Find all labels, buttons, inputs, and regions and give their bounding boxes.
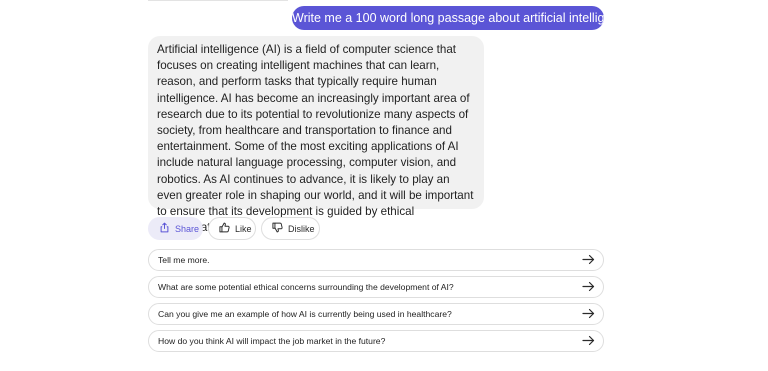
share-label: Share [175, 223, 200, 234]
like-label: Like [235, 223, 252, 234]
suggestion-item[interactable]: Can you give me an example of how AI is … [148, 303, 604, 325]
arrow-right-icon [582, 335, 595, 348]
thumbs-up-icon [219, 222, 230, 235]
divider [148, 0, 288, 1]
thumbs-down-icon [272, 222, 283, 235]
share-icon [159, 222, 170, 235]
suggestion-text: How do you think AI will impact the job … [158, 336, 386, 346]
arrow-right-icon [582, 308, 595, 321]
suggestion-item[interactable]: How do you think AI will impact the job … [148, 330, 604, 352]
message-actions: Share Like Dislike [148, 217, 320, 240]
share-button[interactable]: Share [148, 217, 203, 240]
dislike-button[interactable]: Dislike [261, 217, 320, 240]
suggestion-item[interactable]: Tell me more. [148, 249, 604, 271]
arrow-right-icon [582, 254, 595, 267]
like-button[interactable]: Like [208, 217, 256, 240]
assistant-message-text: Artificial intelligence (AI) is a field … [157, 43, 474, 234]
chat-view: Write me a 100 word long passage about a… [0, 0, 768, 371]
suggestion-text: Can you give me an example of how AI is … [158, 309, 452, 319]
suggestion-text: Tell me more. [158, 255, 210, 265]
arrow-right-icon [582, 281, 595, 294]
dislike-label: Dislike [288, 223, 315, 234]
suggestion-text: What are some potential ethical concerns… [158, 282, 454, 292]
assistant-message-bubble: Artificial intelligence (AI) is a field … [148, 36, 484, 234]
user-message-bubble: Write me a 100 word long passage about a… [292, 6, 604, 30]
suggestion-item[interactable]: What are some potential ethical concerns… [148, 276, 604, 298]
